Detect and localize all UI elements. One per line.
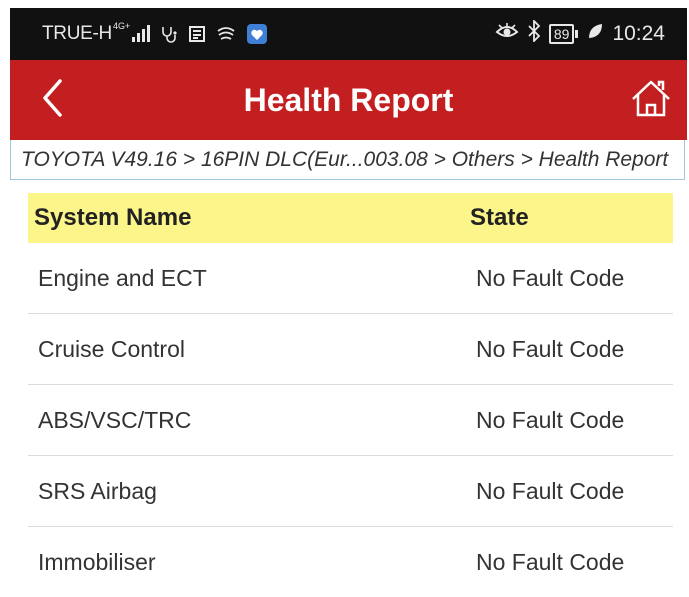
carrier-label: TRUE-H	[42, 23, 112, 44]
system-name-cell: Engine and ECT	[38, 265, 207, 291]
home-icon	[629, 77, 673, 124]
breadcrumb: TOYOTA V49.16 > 16PIN DLC(Eur...003.08 >…	[10, 140, 685, 180]
eye-icon	[495, 22, 519, 46]
table-row[interactable]: ABS/VSC/TRC No Fault Code	[28, 385, 673, 456]
column-header-system-name: System Name	[34, 204, 192, 231]
network-type: 4G+	[112, 21, 131, 31]
table-row[interactable]: Cruise Control No Fault Code	[28, 314, 673, 385]
page-title: Health Report	[243, 82, 454, 118]
table-row[interactable]: Immobiliser No Fault Code	[28, 527, 673, 597]
system-name-cell: Immobiliser	[38, 549, 156, 575]
swipe-icon	[216, 25, 236, 43]
column-header-state: State	[470, 204, 529, 231]
app-header: Health Report	[10, 60, 687, 140]
state-cell: No Fault Code	[476, 549, 625, 575]
state-cell: No Fault Code	[476, 478, 625, 504]
battery-level: 89	[548, 24, 575, 44]
system-name-cell: ABS/VSC/TRC	[38, 407, 192, 433]
status-bar: TRUE-H 4G+ 89 10:24	[10, 8, 687, 60]
leaf-icon	[586, 22, 604, 46]
system-name-cell: SRS Airbag	[38, 478, 157, 504]
back-button[interactable]	[32, 78, 72, 122]
stethoscope-icon	[160, 25, 178, 43]
state-cell: No Fault Code	[476, 265, 625, 291]
battery-icon: 89	[548, 24, 579, 44]
table-row[interactable]: Engine and ECT No Fault Code	[28, 243, 673, 314]
app-heart-icon	[246, 23, 268, 45]
status-left: TRUE-H 4G+	[42, 8, 268, 60]
signal-icon	[132, 25, 151, 42]
bluetooth-icon	[527, 18, 541, 48]
clock-time: 10:24	[612, 22, 665, 45]
news-icon	[188, 25, 206, 43]
state-cell: No Fault Code	[476, 336, 625, 362]
table-row[interactable]: SRS Airbag No Fault Code	[28, 456, 673, 527]
table-header: System Name State	[28, 193, 673, 243]
state-cell: No Fault Code	[476, 407, 625, 433]
home-button[interactable]	[627, 76, 675, 124]
system-name-cell: Cruise Control	[38, 336, 185, 362]
health-report-table: System Name State Engine and ECT No Faul…	[28, 193, 673, 597]
chevron-left-icon	[40, 78, 64, 123]
screen: TRUE-H 4G+ 89 10:24 Health Report TOYOTA…	[0, 0, 689, 592]
status-right: 89 10:24	[495, 8, 665, 60]
